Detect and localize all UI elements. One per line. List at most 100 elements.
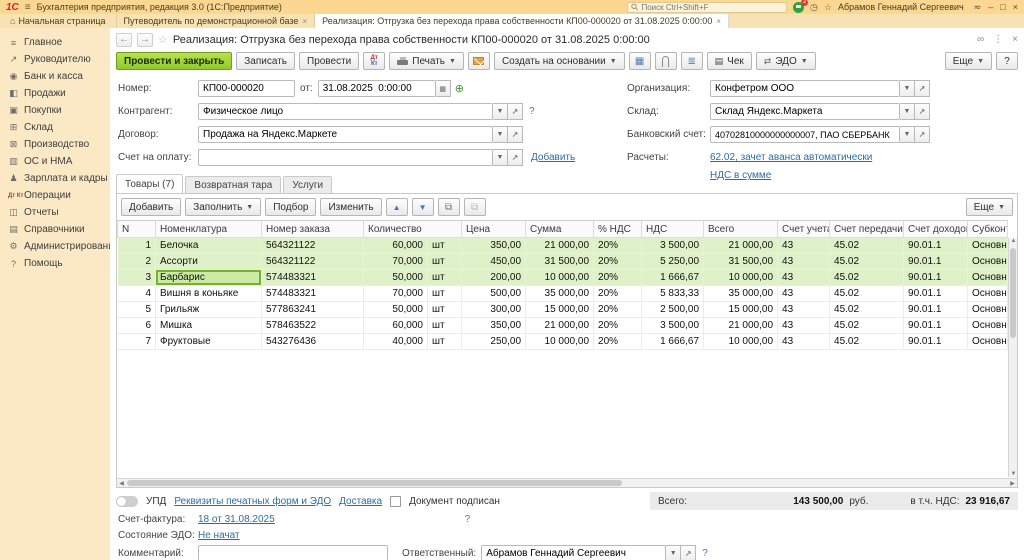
pick-button[interactable]: Подбор — [265, 198, 316, 216]
cell-price[interactable]: 200,00 — [462, 270, 526, 286]
calendar-icon[interactable]: ▦ — [436, 80, 451, 97]
tab-close-icon[interactable]: × — [716, 17, 721, 26]
cell-transfer[interactable]: 45.02 — [830, 318, 904, 334]
vertical-scrollbar[interactable]: ▲ ▼ — [1008, 238, 1017, 477]
cell-income[interactable]: 90.01.1 — [904, 254, 968, 270]
cell-qty[interactable]: 60,000 — [364, 318, 428, 334]
cell-total[interactable]: 21 000,00 — [704, 318, 778, 334]
open-icon[interactable]: ↗ — [508, 149, 523, 166]
cell-subconto[interactable]: Основная н — [968, 318, 1008, 334]
cell-unit[interactable]: шт — [428, 270, 462, 286]
cell-vat[interactable]: 1 666,67 — [642, 270, 704, 286]
table-row[interactable]: 3Барбарис57448332150,000шт200,0010 000,0… — [118, 270, 1008, 286]
horizontal-scrollbar[interactable]: ◀ ▶ — [117, 478, 1017, 487]
invoice-for-payment-field[interactable] — [198, 149, 493, 166]
cell-total[interactable]: 21 000,00 — [704, 238, 778, 254]
responsible-help-icon[interactable]: ? — [702, 548, 708, 559]
cell-qty[interactable]: 60,000 — [364, 238, 428, 254]
col-n[interactable]: N — [118, 221, 156, 238]
cell-vat[interactable]: 5 833,33 — [642, 286, 704, 302]
window-tab-2[interactable]: Реализация: Отгрузка без перехода права … — [315, 14, 729, 28]
get-link-icon[interactable]: ∞ — [977, 34, 984, 45]
history-icon[interactable]: ◷ — [810, 2, 818, 13]
dropdown-arrow-icon[interactable]: ▼ — [900, 103, 915, 120]
sidebar-item-question[interactable]: ?Помощь — [0, 255, 110, 272]
cell-vat_rate[interactable]: 20% — [594, 302, 642, 318]
copy-rows-button[interactable]: ⧉ — [438, 198, 460, 216]
cell-qty[interactable]: 50,000 — [364, 270, 428, 286]
cell-qty[interactable]: 40,000 — [364, 334, 428, 350]
table-row[interactable]: 2Ассорти56432112270,000шт450,0031 500,00… — [118, 254, 1008, 270]
cell-acc[interactable]: 43 — [778, 270, 830, 286]
cell-transfer[interactable]: 45.02 — [830, 334, 904, 350]
scroll-left-icon[interactable]: ◀ — [117, 480, 126, 487]
contractor-help-icon[interactable]: ? — [529, 106, 535, 117]
more-button[interactable]: Еще▼ — [945, 52, 992, 70]
star-icon[interactable]: ☆ — [158, 33, 168, 46]
cell-qty[interactable]: 70,000 — [364, 254, 428, 270]
col-vat-rate[interactable]: % НДС — [594, 221, 642, 238]
cell-subconto[interactable]: Основная н — [968, 286, 1008, 302]
tab-home[interactable]: ⌂ Начальная страница — [0, 14, 117, 28]
move-down-button[interactable]: ▼ — [412, 198, 434, 216]
warehouse-field[interactable] — [710, 103, 900, 120]
send-email-button[interactable] — [468, 52, 490, 70]
related-documents-button[interactable]: ≣ — [681, 52, 703, 70]
cell-vat[interactable]: 3 500,00 — [642, 238, 704, 254]
help-button[interactable]: ? — [996, 52, 1018, 70]
col-account[interactable]: Счет учета — [778, 221, 830, 238]
dropdown-arrow-icon[interactable]: ▼ — [666, 545, 681, 560]
favorites-star-icon[interactable]: ☆ — [824, 2, 832, 13]
contractor-field[interactable] — [198, 103, 493, 120]
cell-total[interactable]: 31 500,00 — [704, 254, 778, 270]
window-tab-1[interactable]: Путеводитель по демонстрационной базе× — [117, 14, 316, 28]
table-row[interactable]: 5Грильяж57786324150,000шт300,0015 000,00… — [118, 302, 1008, 318]
create-based-on-button[interactable]: Создать на основании▼ — [494, 52, 625, 70]
collapse-panel-icon[interactable]: ≂ — [974, 2, 982, 13]
document-structure-icon[interactable]: ⊕ — [455, 82, 464, 95]
open-icon[interactable]: ↗ — [508, 103, 523, 120]
cell-order[interactable]: 564321122 — [262, 238, 364, 254]
cell-order[interactable]: 578463522 — [262, 318, 364, 334]
cell-order[interactable]: 574483321 — [262, 286, 364, 302]
cell-sum[interactable]: 10 000,00 — [526, 270, 594, 286]
bank-account-field[interactable] — [710, 126, 900, 143]
cell-sum[interactable]: 21 000,00 — [526, 238, 594, 254]
cell-n[interactable]: 4 — [118, 286, 156, 302]
open-icon[interactable]: ↗ — [915, 126, 930, 143]
save-button[interactable]: Записать — [236, 52, 295, 70]
sidebar-item-truck[interactable]: ▥ОС и НМА — [0, 153, 110, 170]
search-input[interactable] — [641, 3, 783, 12]
item-tab-1[interactable]: Товары (7) — [116, 174, 183, 193]
cell-order[interactable]: 543276436 — [262, 334, 364, 350]
cell-vat_rate[interactable]: 20% — [594, 270, 642, 286]
add-row-button[interactable]: Добавить — [121, 198, 181, 216]
dropdown-arrow-icon[interactable]: ▼ — [900, 126, 915, 143]
cell-transfer[interactable]: 45.02 — [830, 286, 904, 302]
sidebar-item-person[interactable]: ♟Зарплата и кадры — [0, 170, 110, 187]
print-button[interactable]: Печать▼ — [389, 52, 464, 70]
table-row[interactable]: 7Фруктовые54327643640,000шт250,0010 000,… — [118, 334, 1008, 350]
signed-checkbox[interactable] — [390, 496, 401, 507]
current-user[interactable]: Абрамов Геннадий Сергеевич — [838, 2, 964, 12]
sidebar-item-menu[interactable]: ≡Главное — [0, 34, 110, 51]
item-tab-3[interactable]: Услуги — [283, 176, 332, 193]
cell-price[interactable]: 350,00 — [462, 238, 526, 254]
cell-name[interactable]: Грильяж — [156, 302, 262, 318]
cell-unit[interactable]: шт — [428, 286, 462, 302]
col-sum[interactable]: Сумма — [526, 221, 594, 238]
open-icon[interactable]: ↗ — [508, 126, 523, 143]
cell-income[interactable]: 90.01.1 — [904, 270, 968, 286]
col-subconto[interactable]: Субконто — [968, 221, 1008, 238]
cell-vat[interactable]: 3 500,00 — [642, 318, 704, 334]
dropdown-arrow-icon[interactable]: ▼ — [493, 149, 508, 166]
cell-unit[interactable]: шт — [428, 334, 462, 350]
post-button[interactable]: Провести — [299, 52, 359, 70]
table-more-button[interactable]: Еще▼ — [966, 198, 1013, 216]
cell-n[interactable]: 7 — [118, 334, 156, 350]
cell-price[interactable]: 450,00 — [462, 254, 526, 270]
cell-transfer[interactable]: 45.02 — [830, 302, 904, 318]
cell-n[interactable]: 2 — [118, 254, 156, 270]
cell-qty[interactable]: 50,000 — [364, 302, 428, 318]
maximize-icon[interactable]: □ — [1000, 2, 1005, 13]
